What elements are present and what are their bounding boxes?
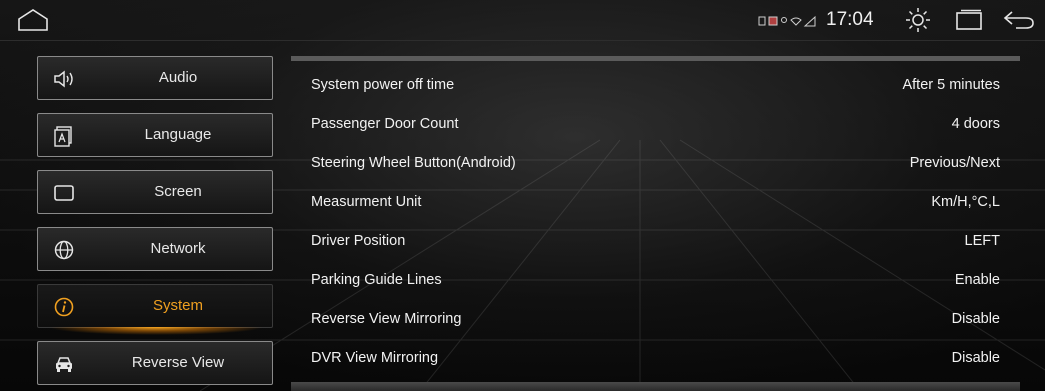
globe-icon — [54, 240, 74, 260]
speaker-icon — [54, 70, 73, 88]
status-indicators — [758, 15, 816, 27]
location-icon — [781, 17, 787, 23]
sd-card-icon — [758, 16, 766, 26]
sidebar-item-label: Audio — [158, 69, 198, 86]
setting-value: Disable — [951, 350, 1000, 366]
status-bar: 17:04 — [0, 0, 1045, 41]
setting-label: System power off time — [311, 77, 455, 93]
setting-row-measurement-unit[interactable]: Measurment Unit Km/H,°C,L — [291, 183, 1020, 222]
sidebar-item-label: Reverse View — [131, 354, 225, 371]
car-icon — [56, 357, 72, 372]
setting-value: 4 doors — [951, 116, 1000, 132]
setting-label: Driver Position — [311, 233, 406, 249]
setting-value: After 5 minutes — [902, 77, 1000, 93]
home-icon[interactable] — [16, 7, 50, 33]
setting-label: Steering Wheel Button(Android) — [311, 155, 516, 171]
signal-icon — [803, 15, 816, 27]
setting-label: DVR View Mirroring — [311, 350, 439, 366]
setting-value: Km/H,°C,L — [931, 194, 1000, 210]
setting-row-dvr-view-mirroring[interactable]: DVR View Mirroring Disable — [291, 339, 1020, 378]
settings-category-sidebar: Audio Language Screen Network System Rev… — [37, 56, 275, 391]
list-scroll-edge — [291, 382, 1020, 391]
system-settings-list: System power off time After 5 minutes Pa… — [291, 56, 1020, 391]
setting-label: Reverse View Mirroring — [311, 311, 462, 327]
setting-row-power-off-time[interactable]: System power off time After 5 minutes — [291, 66, 1020, 105]
clock: 17:04 — [826, 9, 874, 30]
setting-value: Disable — [951, 311, 1000, 327]
sidebar-item-label: System — [152, 297, 203, 314]
setting-value: Enable — [954, 272, 1000, 288]
sidebar-item-system[interactable]: System — [37, 284, 273, 335]
info-icon — [54, 297, 74, 317]
language-icon — [54, 126, 72, 147]
sidebar-item-label: Network — [150, 240, 206, 257]
sidebar-item-reverse-view[interactable]: Reverse View — [37, 341, 273, 385]
sidebar-item-screen[interactable]: Screen — [37, 170, 273, 214]
brightness-icon[interactable] — [905, 7, 931, 33]
setting-label: Parking Guide Lines — [311, 272, 442, 288]
sim-icon — [768, 16, 778, 26]
setting-label: Measurment Unit — [311, 194, 422, 210]
sidebar-item-label: Language — [144, 126, 212, 143]
sidebar-item-network[interactable]: Network — [37, 227, 273, 271]
setting-row-driver-position[interactable]: Driver Position LEFT — [291, 222, 1020, 261]
recents-icon[interactable] — [955, 9, 983, 31]
sidebar-item-audio[interactable]: Audio — [37, 56, 273, 100]
setting-value: LEFT — [964, 233, 1000, 249]
back-icon[interactable] — [1002, 8, 1036, 32]
setting-label: Passenger Door Count — [311, 116, 459, 132]
sidebar-item-language[interactable]: Language — [37, 113, 273, 157]
wifi-icon — [790, 17, 802, 26]
setting-value: Previous/Next — [909, 155, 1000, 171]
screen-icon — [54, 185, 74, 201]
setting-row-reverse-view-mirroring[interactable]: Reverse View Mirroring Disable — [291, 300, 1020, 339]
sidebar-item-label: Screen — [154, 183, 202, 200]
setting-row-parking-guide-lines[interactable]: Parking Guide Lines Enable — [291, 261, 1020, 300]
setting-row-passenger-door-count[interactable]: Passenger Door Count 4 doors — [291, 105, 1020, 144]
active-indicator-glow — [48, 327, 264, 335]
setting-row-steering-wheel-button[interactable]: Steering Wheel Button(Android) Previous/… — [291, 144, 1020, 183]
